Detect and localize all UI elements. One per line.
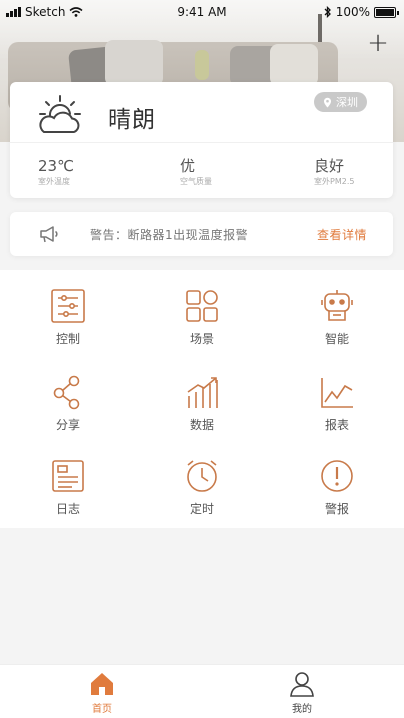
grid-item-label: 报表	[324, 418, 349, 432]
grid-item-scenes[interactable]: 场景	[147, 278, 257, 358]
grid-item-label: 定时	[189, 502, 214, 516]
line-chart-icon	[321, 378, 353, 408]
weather-condition: 晴朗	[108, 107, 156, 133]
metric-label: 空气质量	[180, 177, 212, 186]
share-icon	[53, 375, 80, 410]
metric-label: 室外温度	[38, 177, 70, 186]
scenes-grid-icon	[186, 290, 218, 322]
status-bar: Sketch 9:41 AM 100%	[0, 0, 404, 24]
grid-item-label: 数据	[189, 418, 214, 432]
grid-item-alarm[interactable]: 警报	[282, 448, 392, 528]
view-details-link[interactable]: 查看详情	[317, 226, 367, 243]
location-label: 深圳	[336, 96, 358, 109]
tab-mine[interactable]: 我的	[262, 671, 342, 715]
grid-item-log[interactable]: 日志	[13, 448, 123, 528]
grid-item-label: 日志	[55, 502, 80, 516]
tab-home[interactable]: 首页	[62, 671, 142, 715]
location-pin-icon	[324, 97, 331, 107]
function-grid: 控制 场景 智能 分享 数据 报表 日志 定时 警报	[0, 270, 404, 528]
grid-item-label: 智能	[324, 332, 349, 346]
partly-sunny-icon	[39, 95, 81, 133]
home-icon	[91, 673, 113, 695]
grid-item-report[interactable]: 报表	[282, 364, 392, 444]
metric-air-quality: 优 空气质量	[180, 158, 212, 187]
metric-value: 23℃	[38, 157, 74, 175]
battery-icon	[374, 6, 399, 18]
alert-bar[interactable]: 警告：断路器1出现温度报警 查看详情	[10, 212, 393, 256]
grid-item-label: 分享	[55, 418, 80, 432]
bar-chart-icon	[187, 377, 218, 408]
grid-item-smart[interactable]: 智能	[282, 278, 392, 358]
divider	[10, 142, 393, 143]
alert-message: 警告：断路器1出现温度报警	[90, 228, 249, 242]
location-pill[interactable]: 深圳	[314, 92, 367, 112]
metric-value: 良好	[314, 157, 345, 175]
metric-label: 室外PM2.5	[314, 177, 355, 186]
log-icon	[52, 460, 84, 492]
metric-value: 优	[180, 157, 196, 175]
tab-label: 我的	[292, 704, 312, 715]
metric-temperature: 23℃ 室外温度	[38, 158, 74, 187]
sliders-icon	[51, 289, 85, 323]
tab-bar: 首页 我的	[0, 664, 404, 718]
alert-icon	[321, 460, 353, 492]
megaphone-icon	[40, 226, 58, 243]
weather-card: 晴朗 深圳 23℃ 室外温度 优 空气质量 良好 室外PM2.5	[10, 82, 393, 198]
clock-icon	[187, 460, 217, 492]
grid-item-share[interactable]: 分享	[13, 364, 123, 444]
grid-item-timer[interactable]: 定时	[147, 448, 257, 528]
robot-icon	[321, 290, 353, 321]
grid-item-data[interactable]: 数据	[147, 364, 257, 444]
add-button[interactable]: +	[366, 30, 390, 56]
grid-item-label: 控制	[55, 332, 80, 346]
person-icon	[290, 672, 314, 697]
battery-percent: 100%	[335, 5, 370, 19]
metric-pm25: 良好 室外PM2.5	[314, 158, 354, 187]
grid-item-label: 警报	[324, 502, 349, 516]
grid-item-label: 场景	[189, 332, 214, 346]
tab-label: 首页	[92, 704, 112, 715]
bluetooth-icon	[324, 6, 331, 18]
grid-item-control[interactable]: 控制	[13, 278, 123, 358]
